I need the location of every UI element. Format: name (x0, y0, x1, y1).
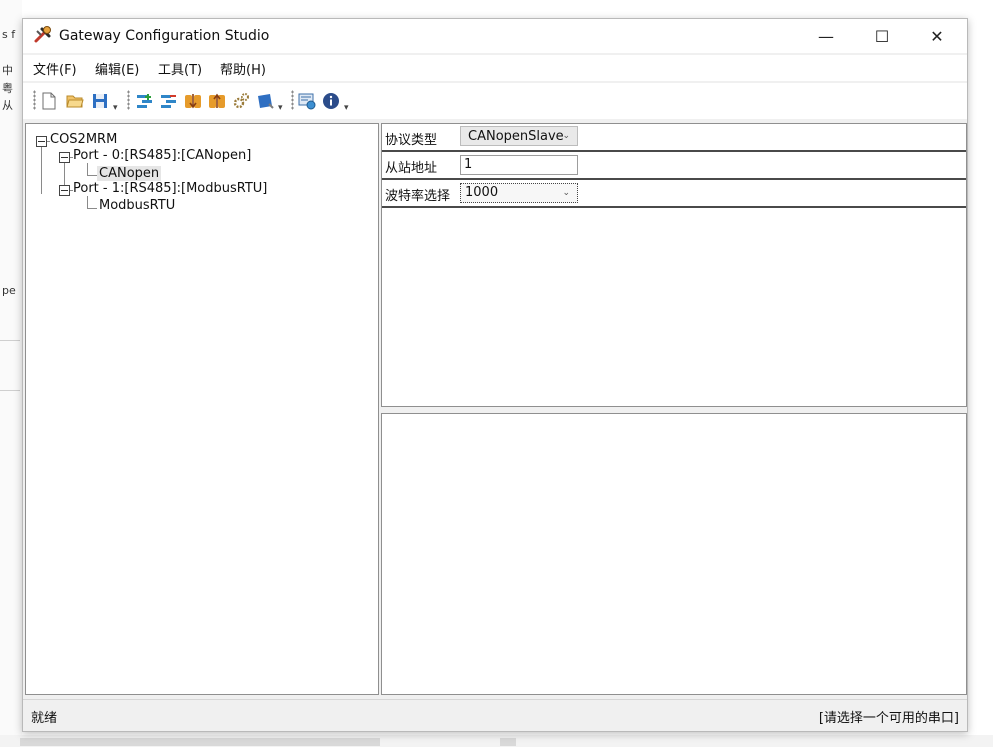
menu-bar: 文件(F) 编辑(E) 工具(T) 帮助(H) (23, 55, 967, 81)
output-panel[interactable] (381, 413, 967, 695)
menu-file[interactable]: 文件(F) (33, 59, 77, 78)
add-port-icon[interactable] (135, 91, 155, 111)
property-row-protocol: 协议类型 CANopenSlave ⌄ (382, 124, 966, 152)
maximize-button[interactable]: ☐ (859, 19, 905, 53)
property-row-baud-rate: 波特率选择 1000 ⌄ (382, 180, 966, 208)
new-file-icon[interactable] (39, 91, 59, 111)
info-icon[interactable] (321, 91, 341, 111)
protocol-type-value: CANopenSlave (468, 129, 564, 144)
tree-connector (87, 175, 97, 176)
background-bar-segment (500, 738, 516, 746)
property-panel: 协议类型 CANopenSlave ⌄ 从站地址 1 波特率选择 1000 ⌄ (381, 123, 967, 407)
tree-connector (87, 196, 88, 208)
menu-edit[interactable]: 编辑(E) (95, 59, 139, 78)
device-icon[interactable] (255, 91, 275, 111)
toolbar-grip[interactable] (127, 90, 130, 110)
chevron-down-icon: ⌄ (562, 131, 570, 141)
device-tree[interactable]: COS2MRM Port - 0:[RS485]:[CANopen] CANop… (25, 123, 379, 695)
tree-node-port1[interactable]: Port - 1:[RS485]:[ModbusRTU] (73, 181, 267, 196)
background-window-edge: s f 中 粤 从 pe (0, 0, 22, 747)
toolbar-grip[interactable] (33, 90, 36, 110)
remove-port-icon[interactable] (159, 91, 179, 111)
upload-config-icon[interactable] (183, 91, 203, 111)
background-divider (0, 390, 20, 391)
status-ready-text: 就绪 (31, 711, 58, 726)
tree-connector (87, 208, 97, 209)
tree-connector (41, 147, 42, 194)
toolbar-overflow-icon[interactable]: ▾ (344, 103, 349, 113)
slave-address-label: 从站地址 (385, 161, 438, 176)
background-text: 中 (2, 64, 13, 77)
menu-help[interactable]: 帮助(H) (220, 59, 266, 78)
collapse-toggle-icon[interactable] (36, 136, 47, 147)
toolbar-overflow-icon[interactable]: ▾ (278, 103, 283, 113)
tree-node-root[interactable]: COS2MRM (50, 132, 117, 147)
background-taskbar-fragment (0, 735, 993, 747)
tree-node-port0[interactable]: Port - 0:[RS485]:[CANopen] (73, 148, 251, 163)
toolbar-grip[interactable] (291, 90, 294, 110)
baud-rate-label: 波特率选择 (385, 189, 451, 204)
save-icon[interactable] (90, 91, 110, 111)
chevron-down-icon: ⌄ (562, 188, 570, 198)
protocol-type-select[interactable]: CANopenSlave ⌄ (460, 126, 578, 146)
title-bar[interactable]: Gateway Configuration Studio — ☐ ✕ (23, 19, 967, 53)
slave-address-input[interactable]: 1 (460, 155, 578, 175)
background-text: pe (2, 284, 16, 297)
background-divider (0, 340, 20, 341)
background-bar-segment (20, 738, 380, 746)
window-title: Gateway Configuration Studio (59, 28, 270, 44)
app-window: Gateway Configuration Studio — ☐ ✕ 文件(F)… (22, 18, 968, 732)
tree-connector (87, 163, 88, 175)
tree-node-port1-modbusrtu[interactable]: ModbusRTU (99, 198, 175, 213)
minimize-button[interactable]: — (803, 19, 849, 53)
toolbar-overflow-icon[interactable]: ▾ (113, 103, 118, 113)
status-serial-port-text: [请选择一个可用的串口] (818, 711, 959, 726)
tree-node-port0-canopen[interactable]: CANopen (97, 166, 162, 181)
baud-rate-value: 1000 (465, 185, 499, 200)
property-row-slave-address: 从站地址 1 (382, 152, 966, 180)
background-text: s f (2, 28, 16, 41)
monitor-icon[interactable] (297, 91, 317, 111)
background-text: 粤 (2, 82, 13, 95)
settings-gear-icon[interactable] (231, 91, 251, 111)
background-text: 从 (2, 99, 13, 112)
tools-app-icon (34, 26, 51, 43)
open-folder-icon[interactable] (65, 91, 85, 111)
menu-tools[interactable]: 工具(T) (158, 59, 202, 78)
close-button[interactable]: ✕ (914, 19, 960, 53)
download-config-icon[interactable] (207, 91, 227, 111)
protocol-type-label: 协议类型 (385, 133, 438, 148)
status-bar: 就绪 [请选择一个可用的串口] (23, 699, 967, 730)
collapse-toggle-icon[interactable] (59, 185, 70, 196)
toolbar: ▾ ▾ ▾ (23, 83, 967, 119)
baud-rate-select[interactable]: 1000 ⌄ (460, 183, 578, 203)
collapse-toggle-icon[interactable] (59, 152, 70, 163)
